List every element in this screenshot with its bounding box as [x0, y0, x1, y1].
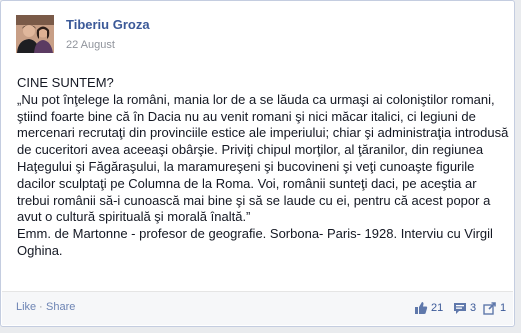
shares-count[interactable]: 1: [483, 299, 506, 317]
comments-count[interactable]: 3: [453, 299, 476, 317]
avatar-photo: [16, 15, 54, 53]
likes-count-value: 21: [431, 302, 444, 314]
comments-count-value: 3: [470, 302, 477, 314]
share-icon: [483, 302, 496, 315]
shares-count-value: 1: [500, 302, 507, 314]
action-separator: ·: [39, 301, 43, 313]
post-text: CINE SUNTEM? „Nu pot înţelege la români,…: [17, 75, 509, 260]
post-date[interactable]: 22 August: [66, 39, 115, 51]
post-card: Tiberiu Groza 22 August CINE SUNTEM? „Nu…: [0, 0, 515, 327]
like-link[interactable]: Like: [16, 301, 36, 313]
post-attribution: Emm. de Martonne - profesor de geografie…: [17, 226, 493, 258]
avatar[interactable]: [16, 15, 54, 53]
post-footer: Like · Share 21 3 1: [2, 291, 513, 325]
comment-icon: [454, 303, 466, 314]
likes-count[interactable]: 21: [414, 299, 443, 317]
author-name[interactable]: Tiberiu Groza: [66, 17, 150, 32]
share-link[interactable]: Share: [46, 301, 75, 313]
thumbs-up-icon: [415, 302, 428, 314]
post-heading: CINE SUNTEM?: [17, 75, 114, 90]
post-quote: „Nu pot înţelege la români, mania lor de…: [17, 91, 509, 225]
